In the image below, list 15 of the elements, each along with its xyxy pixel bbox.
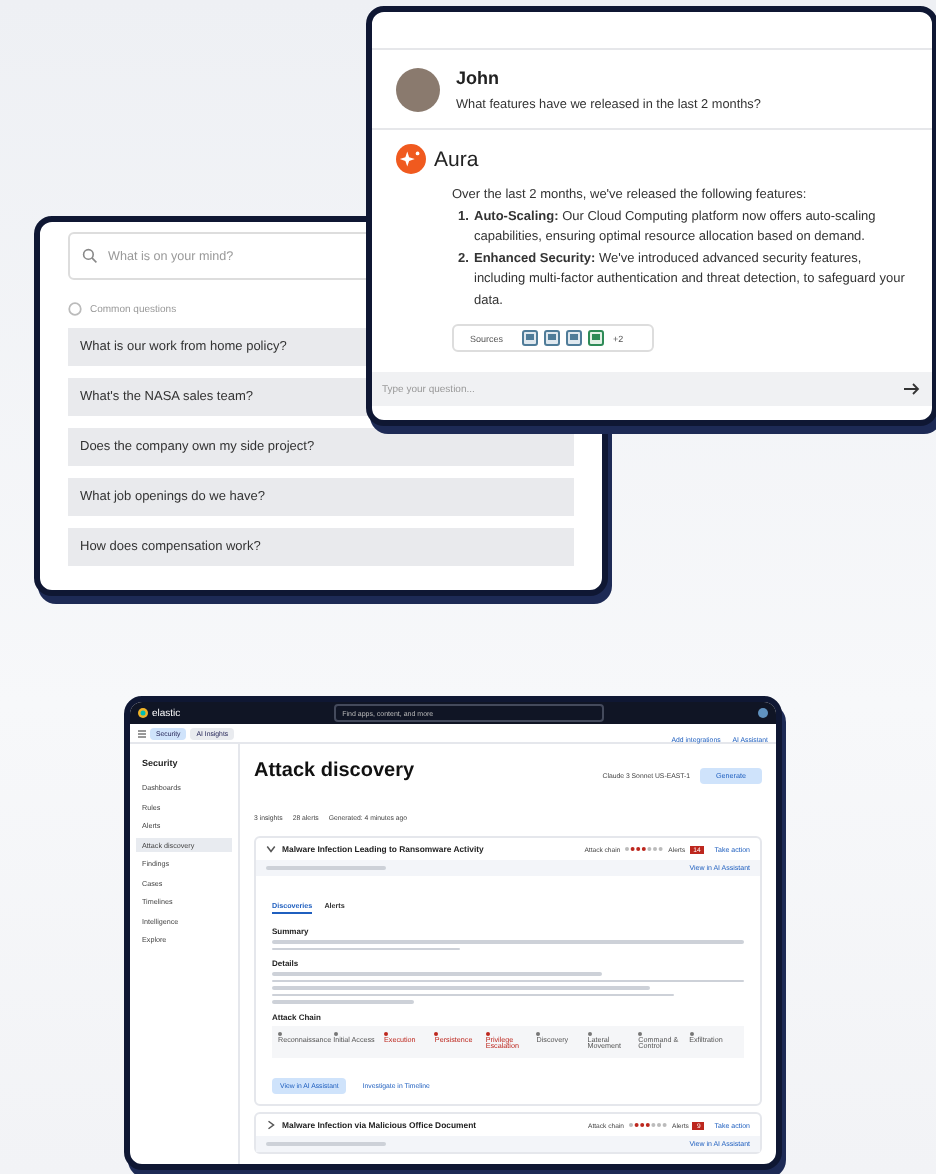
- send-arrow-icon[interactable]: [904, 382, 920, 396]
- menu-icon[interactable]: [138, 729, 146, 737]
- sparkle-logo-icon: [396, 144, 426, 174]
- risk-dots-icon: [624, 846, 665, 852]
- avatar: [396, 68, 440, 112]
- page-title: Attack discovery: [254, 759, 415, 781]
- user-avatar-icon[interactable]: [758, 708, 768, 718]
- chevron-icon[interactable]: [266, 844, 276, 854]
- chevron-icon[interactable]: [266, 1120, 276, 1131]
- logo-icon: [138, 708, 148, 718]
- circle-icon: [68, 302, 82, 316]
- user-name: John: [456, 68, 501, 88]
- search-icon: [82, 248, 98, 264]
- risk-dots-icon: [628, 1122, 668, 1129]
- assistant-name: Aura: [434, 147, 479, 171]
